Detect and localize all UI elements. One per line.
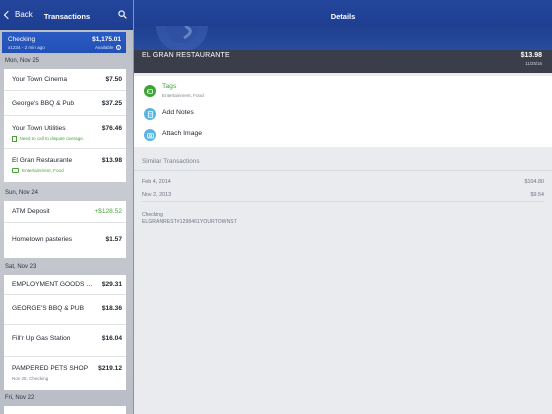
details-title: Details xyxy=(330,12,356,21)
transaction-amount: +$128.52 xyxy=(94,208,122,215)
transaction-amount: $29.31 xyxy=(101,281,122,288)
transaction-row[interactable]: EMPLOYMENT GOODS O... $29.31 xyxy=(4,275,126,295)
similar-transaction-date: Feb 4, 2014 xyxy=(142,179,171,185)
transaction-name: Fill'r Up Gas Station xyxy=(12,335,71,342)
tags-value: Entertainment, Food xyxy=(162,93,204,98)
add-notes-row[interactable]: Add Notes xyxy=(134,103,552,125)
transaction-subtitle: Nov 25, Checking xyxy=(12,376,49,381)
transaction-row[interactable]: El Gran Restaurante $13.98 Entertainment… xyxy=(4,149,126,182)
transaction-row[interactable]: George's BBQ & Pub $37.25 xyxy=(4,91,126,116)
account-summary-card[interactable]: Checking $1,175.01 x1234 - 2 min ago Ava… xyxy=(2,32,126,53)
transaction-note: Need to call to dispute overage. xyxy=(12,136,84,142)
similar-transaction-amount: $104.80 xyxy=(524,179,545,185)
transaction-row[interactable]: Your Town Utilities $76.46 Need to call … xyxy=(4,116,126,149)
transaction-group: Your Town Cinema $7.50 George's BBQ & Pu… xyxy=(4,69,126,182)
account-subtitle: x1234 - 2 min ago xyxy=(8,45,45,50)
transaction-name: George's BBQ & Pub xyxy=(12,100,75,107)
transaction-name: EMPLOYMENT GOODS O... xyxy=(12,281,96,288)
account-name: Checking xyxy=(8,36,36,43)
transaction-note-text: Need to call to dispute overage. xyxy=(19,136,85,142)
transaction-account: Checking xyxy=(142,212,163,218)
transaction-group: ATM Deposit +$128.52 Hometown pasteries … xyxy=(4,201,126,258)
transaction-name: Your Town Cinema xyxy=(12,76,67,83)
merchant-header xyxy=(134,26,552,73)
info-icon[interactable]: i xyxy=(115,44,121,50)
details-pane: Details EL GRAN RESTAURANTE $13.98 11/25… xyxy=(134,0,552,414)
divider xyxy=(142,201,544,202)
merchant-name: EL GRAN RESTAURANTE xyxy=(142,52,230,59)
account-status: Available i xyxy=(94,44,121,50)
transaction-amount: $13.98 xyxy=(101,157,122,164)
transaction-name: Your Town Utilities xyxy=(12,125,66,132)
transaction-tags: Entertainment, Food xyxy=(12,168,64,173)
add-notes-label: Add Notes xyxy=(162,109,194,116)
transaction-amount: $7.50 xyxy=(105,76,122,83)
transactions-pane: Back Transactions Checking $1,175.01 x12… xyxy=(0,0,134,414)
transaction-group: EMPLOYMENT GOODS O... $29.31 GEORGE'S BB… xyxy=(4,275,126,390)
tag-icon xyxy=(144,85,156,97)
similar-transaction-row[interactable]: Nov 2, 2013 $9.54 xyxy=(134,192,552,205)
transaction-row[interactable]: Hometown pasteries $1.57 xyxy=(4,223,126,258)
transaction-row[interactable]: PAMPERED PETS SHOP $219.12 Nov 25, Check… xyxy=(4,357,126,390)
day-header: Sat, Nov 23 xyxy=(5,264,37,270)
transaction-name: GEORGE'S BBQ & PUB xyxy=(12,305,84,312)
divider xyxy=(134,170,552,171)
similar-transaction-row[interactable]: Feb 4, 2014 $104.80 xyxy=(134,179,552,192)
account-status-label: Available xyxy=(94,44,114,50)
back-button[interactable]: Back xyxy=(3,10,33,19)
merchant-date: 11/25/16 xyxy=(525,61,542,66)
similar-transaction-amount: $9.54 xyxy=(530,192,545,198)
chevron-left-icon xyxy=(3,10,13,19)
transaction-name: El Gran Restaurante xyxy=(12,157,73,164)
similar-transactions-header: Similar Transactions xyxy=(142,158,200,165)
transaction-amount: $1.57 xyxy=(105,236,122,243)
transaction-row[interactable]: Your Town Cinema $7.50 xyxy=(4,69,126,91)
detail-actions-card: Tags Entertainment, Food Add Notes Attac… xyxy=(134,76,552,147)
transaction-amount: $16.04 xyxy=(101,335,122,342)
raw-description: ELGRANREST#1298461YOURTOWNST xyxy=(142,219,237,225)
camera-icon xyxy=(144,129,156,141)
tag-icon xyxy=(12,168,19,173)
transaction-row[interactable]: GEORGE'S BBQ & PUB $18.36 xyxy=(4,295,126,325)
transaction-amount: $37.25 xyxy=(101,100,122,107)
transaction-row[interactable]: ATM Deposit +$128.52 xyxy=(4,201,126,223)
tags-row[interactable]: Tags Entertainment, Food xyxy=(134,80,552,102)
account-balance: $1,175.01 xyxy=(92,36,121,43)
transactions-nav-bar: Back Transactions xyxy=(0,0,134,30)
transaction-group xyxy=(4,406,126,414)
attach-image-row[interactable]: Attach Image xyxy=(134,124,552,146)
day-header: Sun, Nov 24 xyxy=(5,190,39,196)
note-icon xyxy=(144,108,156,120)
transaction-amount: $18.36 xyxy=(101,305,122,312)
merchant-amount: $13.98 xyxy=(520,52,542,59)
note-icon xyxy=(12,136,17,142)
tags-label: Tags xyxy=(162,83,177,90)
back-label: Back xyxy=(15,10,33,19)
day-header: Fri, Nov 22 xyxy=(5,395,35,401)
transaction-row[interactable]: Fill'r Up Gas Station $16.04 xyxy=(4,325,126,357)
day-header: Mon, Nov 25 xyxy=(5,58,40,64)
transaction-amount: $76.46 xyxy=(101,125,122,132)
transaction-name: Hometown pasteries xyxy=(12,236,73,243)
transaction-tags-text: Entertainment, Food xyxy=(22,168,64,173)
search-icon[interactable] xyxy=(118,10,127,19)
transaction-name: ATM Deposit xyxy=(12,208,50,215)
attach-image-label: Attach Image xyxy=(162,130,203,137)
transaction-name: PAMPERED PETS SHOP xyxy=(12,365,89,372)
transaction-amount: $219.12 xyxy=(98,365,122,372)
similar-transaction-date: Nov 2, 2013 xyxy=(142,192,172,198)
